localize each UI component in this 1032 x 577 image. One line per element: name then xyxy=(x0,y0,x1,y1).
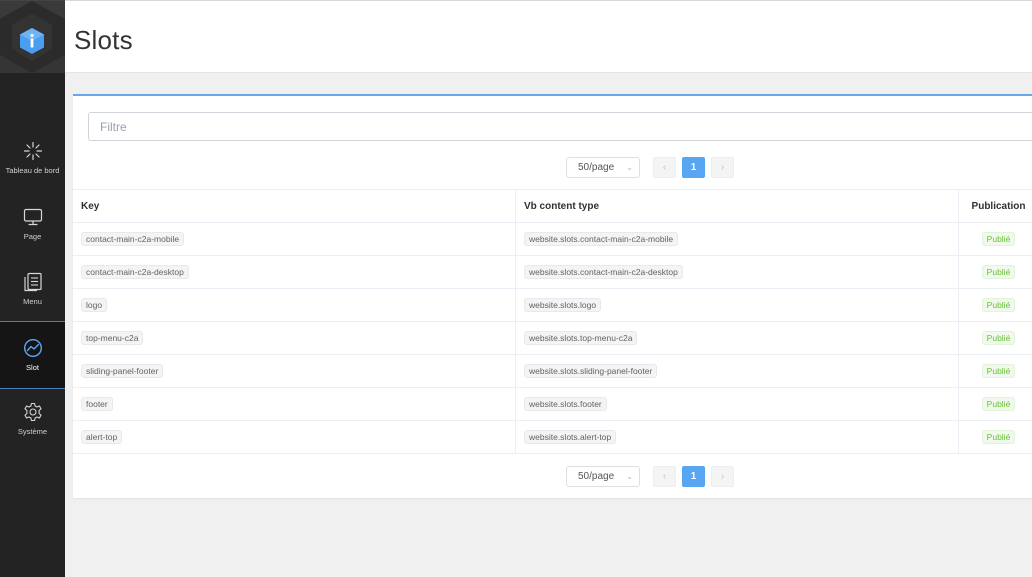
type-cell: website.slots.logo xyxy=(516,289,959,321)
status-badge: Publié xyxy=(981,232,1016,246)
status-cell: Publié xyxy=(959,421,1032,453)
chevron-down-icon: ⌄ xyxy=(626,163,633,172)
key-tag[interactable]: footer xyxy=(81,397,113,411)
sidebar-item-page[interactable]: Page xyxy=(0,207,65,271)
column-header-publication[interactable]: Publication xyxy=(959,190,1032,222)
key-cell: logo xyxy=(73,289,516,321)
chevron-down-icon: ⌄ xyxy=(626,472,633,481)
page-header: Slots xyxy=(65,0,1032,73)
next-page-button[interactable]: › xyxy=(711,466,734,487)
table-row[interactable]: footer website.slots.footer Publié xyxy=(73,388,1032,421)
prev-page-button[interactable]: ‹ xyxy=(653,157,676,178)
type-cell: website.slots.top-menu-c2a xyxy=(516,322,959,354)
type-cell: website.slots.sliding-panel-footer xyxy=(516,355,959,387)
key-cell: top-menu-c2a xyxy=(73,322,516,354)
slots-table: Key Vb content type Publication contact-… xyxy=(73,189,1032,454)
type-tag: website.slots.footer xyxy=(524,397,607,411)
filter-input[interactable] xyxy=(88,112,1032,141)
key-tag[interactable]: logo xyxy=(81,298,108,312)
monitor-icon xyxy=(23,208,42,226)
slot-wave-icon xyxy=(23,338,42,358)
key-cell: contact-main-c2a-desktop xyxy=(73,256,516,288)
prev-page-button[interactable]: ‹ xyxy=(653,466,676,487)
table-row[interactable]: contact-main-c2a-mobile website.slots.co… xyxy=(73,223,1032,256)
page-number-button[interactable]: 1 xyxy=(682,157,705,178)
type-tag: website.slots.sliding-panel-footer xyxy=(524,364,658,378)
page-size-select[interactable]: 50/page ⌄ xyxy=(566,466,640,487)
slots-card: 50/page ⌄ ‹ 1 › Key Vb content type Publ… xyxy=(73,94,1032,498)
page-number-button[interactable]: 1 xyxy=(682,466,705,487)
dashboard-burst-icon xyxy=(23,141,42,161)
key-cell: footer xyxy=(73,388,516,420)
page-size-value: 50/page xyxy=(578,471,615,482)
sidebar-item-label: Menu xyxy=(23,297,42,306)
sidebar-item-label: Slot xyxy=(26,363,39,372)
sidebar-item-slot[interactable]: Slot xyxy=(0,321,65,389)
sidebar-item-label: Page xyxy=(23,232,42,241)
sidebar-item-systeme[interactable]: Système xyxy=(0,402,65,466)
type-tag: website.slots.alert-top xyxy=(524,430,617,444)
table-row[interactable]: logo website.slots.logo Publié xyxy=(73,289,1032,322)
sidebar-item-label: Tableau de bord xyxy=(5,166,60,175)
table-header-row: Key Vb content type Publication xyxy=(73,190,1032,223)
app-logo[interactable] xyxy=(0,1,65,73)
status-cell: Publié xyxy=(959,388,1032,420)
key-tag[interactable]: alert-top xyxy=(81,430,123,444)
status-cell: Publié xyxy=(959,289,1032,321)
column-header-key[interactable]: Key xyxy=(73,190,516,222)
type-cell: website.slots.contact-main-c2a-mobile xyxy=(516,223,959,255)
status-badge: Publié xyxy=(981,298,1016,312)
type-cell: website.slots.footer xyxy=(516,388,959,420)
page-size-select[interactable]: 50/page ⌄ xyxy=(566,157,640,178)
sidebar: Tableau de bord Page Menu Slot Système xyxy=(0,0,65,577)
status-cell: Publié xyxy=(959,322,1032,354)
status-cell: Publié xyxy=(959,223,1032,255)
next-page-button[interactable]: › xyxy=(711,157,734,178)
type-tag: website.slots.top-menu-c2a xyxy=(524,331,638,345)
key-tag[interactable]: contact-main-c2a-desktop xyxy=(81,265,189,279)
table-row[interactable]: contact-main-c2a-desktop website.slots.c… xyxy=(73,256,1032,289)
column-header-type[interactable]: Vb content type xyxy=(516,190,959,222)
key-tag[interactable]: sliding-panel-footer xyxy=(81,364,164,378)
table-row[interactable]: alert-top website.slots.alert-top Publié xyxy=(73,421,1032,454)
type-tag: website.slots.contact-main-c2a-desktop xyxy=(524,265,683,279)
status-cell: Publié xyxy=(959,355,1032,387)
key-tag[interactable]: top-menu-c2a xyxy=(81,331,144,345)
key-tag[interactable]: contact-main-c2a-mobile xyxy=(81,232,185,246)
status-badge: Publié xyxy=(981,364,1016,378)
key-cell: alert-top xyxy=(73,421,516,453)
table-row[interactable]: sliding-panel-footer website.slots.slidi… xyxy=(73,355,1032,388)
status-badge: Publié xyxy=(981,430,1016,444)
gear-icon xyxy=(23,402,42,422)
info-icon xyxy=(20,28,44,54)
sidebar-item-label: Système xyxy=(17,427,48,436)
status-cell: Publié xyxy=(959,256,1032,288)
type-tag: website.slots.contact-main-c2a-mobile xyxy=(524,232,679,246)
type-cell: website.slots.alert-top xyxy=(516,421,959,453)
page-size-value: 50/page xyxy=(578,162,615,173)
table-row[interactable]: top-menu-c2a website.slots.top-menu-c2a … xyxy=(73,322,1032,355)
key-cell: sliding-panel-footer xyxy=(73,355,516,387)
type-cell: website.slots.contact-main-c2a-desktop xyxy=(516,256,959,288)
key-cell: contact-main-c2a-mobile xyxy=(73,223,516,255)
sidebar-item-dashboard[interactable]: Tableau de bord xyxy=(0,141,65,205)
status-badge: Publié xyxy=(981,265,1016,279)
document-list-icon xyxy=(23,272,42,292)
page-title: Slots xyxy=(74,25,133,55)
status-badge: Publié xyxy=(981,331,1016,345)
status-badge: Publié xyxy=(981,397,1016,411)
type-tag: website.slots.logo xyxy=(524,298,602,312)
